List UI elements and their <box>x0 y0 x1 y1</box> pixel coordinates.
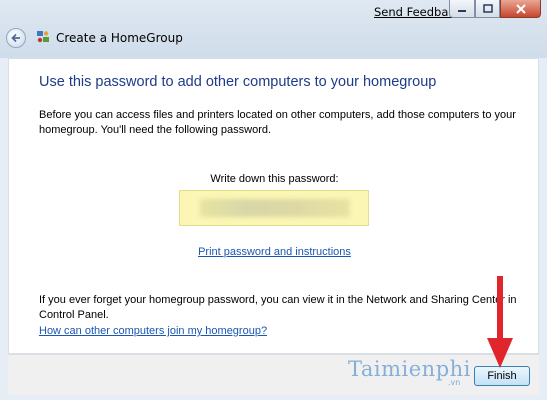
minimize-button[interactable] <box>449 0 475 18</box>
print-password-link: Print password and instructions <box>9 246 540 258</box>
title-bar: Send Feedback Create a HomeGroup <box>0 0 547 58</box>
window-controls <box>449 0 541 20</box>
intro-text: Before you can access files and printers… <box>39 109 516 136</box>
password-label: Write down this password: <box>210 173 339 185</box>
homegroup-icon <box>37 31 49 43</box>
back-button[interactable] <box>6 28 26 48</box>
password-value-blurred <box>200 199 350 217</box>
maximize-button[interactable] <box>475 0 500 18</box>
page-heading: Use this password to add other computers… <box>39 74 437 90</box>
forget-password-text: If you ever forget your homegroup passwo… <box>39 294 517 321</box>
maximize-icon <box>482 4 493 13</box>
print-password-link-text[interactable]: Print password and instructions <box>198 246 351 258</box>
watermark-suffix: .vn <box>448 378 461 387</box>
minimize-icon <box>458 9 466 12</box>
close-button[interactable] <box>500 0 541 18</box>
content-panel: Use this password to add other computers… <box>8 58 539 354</box>
join-homegroup-link[interactable]: How can other computers join my homegrou… <box>39 325 267 337</box>
arrow-left-icon <box>11 33 20 43</box>
annotation-arrow-icon <box>487 276 513 368</box>
password-box <box>179 190 369 226</box>
close-icon <box>515 3 526 14</box>
window-title: Create a HomeGroup <box>56 31 183 45</box>
